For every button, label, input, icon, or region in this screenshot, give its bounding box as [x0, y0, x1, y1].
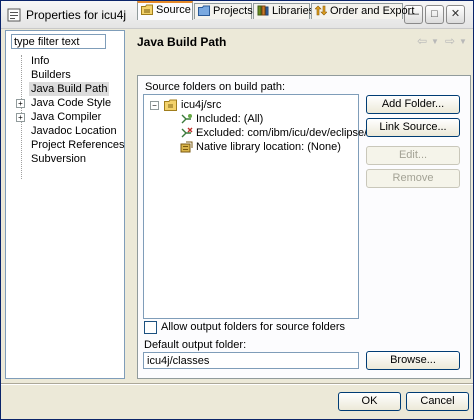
sidebar-item-label: Subversion [31, 153, 87, 165]
page-header: Java Build Path ⇦ ▼ ⇨ ▼ [127, 30, 471, 52]
sidebar-item-project-references[interactable]: Project References [6, 138, 125, 152]
source-folder-root[interactable]: − icu4j/src [150, 98, 350, 112]
link-source-button[interactable]: Link Source... [366, 118, 460, 137]
footer-separator [1, 383, 473, 385]
sidebar-item-label: Java Compiler [31, 111, 102, 123]
included-filter-icon [181, 114, 192, 124]
edit-button[interactable]: Edit... [366, 146, 460, 165]
source-folder-icon [141, 4, 153, 15]
tab-libraries[interactable]: Libraries [253, 3, 314, 19]
native-library-label: Native library location: (None) [196, 141, 341, 153]
properties-app-icon [7, 8, 21, 22]
browse-button[interactable]: Browse... [366, 351, 460, 370]
tab-projects[interactable]: Projects [194, 3, 253, 19]
properties-dialog: Properties for icu4j — □ ✕ Info Builders… [0, 0, 474, 420]
remove-button[interactable]: Remove [366, 169, 460, 188]
order-export-icon [315, 5, 327, 16]
back-menu-chevron-down-icon[interactable]: ▼ [431, 37, 439, 46]
source-tree-native-library[interactable]: Native library location: (None) [180, 140, 358, 154]
sidebar-item-label: Java Code Style [31, 97, 112, 109]
sidebar-item-javadoc-location[interactable]: Javadoc Location [6, 124, 124, 138]
tab-order-and-export[interactable]: Order and Export [311, 3, 414, 19]
sidebar-item-subversion[interactable]: Subversion [6, 152, 124, 166]
default-output-folder-field[interactable] [143, 352, 359, 369]
tab-label: Order and Export [330, 5, 415, 17]
projects-icon [198, 5, 210, 16]
forward-arrow-icon[interactable]: ⇨ [445, 34, 455, 48]
sidebar-item-java-compiler[interactable]: + Java Compiler [6, 110, 124, 124]
source-folder-root-label: icu4j/src [181, 99, 222, 111]
included-label: Included: (All) [196, 113, 264, 125]
sidebar-item-label: Javadoc Location [31, 125, 117, 137]
filter-input[interactable] [11, 34, 106, 49]
excluded-label: Excluded: com/ibm/icu/dev/eclipse/** [196, 127, 376, 139]
sidebar-item-label: Info [31, 55, 50, 67]
excluded-filter-icon [181, 127, 193, 138]
sidebar-item-info[interactable]: Info [6, 54, 124, 68]
expand-icon[interactable]: + [16, 99, 25, 108]
source-folders-tree[interactable]: − icu4j/src Included: (All) Excluded: co… [143, 94, 376, 319]
tab-label: Source [156, 4, 191, 16]
source-tree-included[interactable]: Included: (All) [180, 112, 350, 126]
libraries-icon [257, 5, 269, 16]
tab-label: Libraries [272, 5, 315, 17]
expand-icon[interactable]: + [16, 113, 25, 122]
sidebar-item-java-build-path[interactable]: Java Build Path [6, 82, 124, 96]
close-button[interactable]: ✕ [446, 5, 465, 24]
sidebar-item-java-code-style[interactable]: + Java Code Style [6, 96, 124, 110]
add-folder-button[interactable]: Add Folder... [366, 95, 460, 114]
sidebar-item-label: Java Build Path [29, 82, 110, 96]
ok-button[interactable]: OK [338, 392, 401, 411]
sidebar-item-label: Builders [31, 69, 71, 81]
tab-source[interactable]: Source [137, 1, 193, 20]
default-output-folder-label: Default output folder: [144, 339, 247, 351]
allow-output-folders-label: Allow output folders for source folders [161, 321, 346, 333]
tab-label: Projects [213, 5, 253, 17]
collapse-icon[interactable]: − [150, 101, 159, 110]
maximize-button[interactable]: □ [425, 5, 444, 24]
back-arrow-icon[interactable]: ⇦ [417, 34, 427, 48]
source-folders-label: Source folders on build path: [145, 81, 286, 93]
sidebar-item-builders[interactable]: Builders [6, 68, 124, 82]
package-folder-icon [164, 99, 177, 111]
source-tree-excluded[interactable]: Excluded: com/ibm/icu/dev/eclipse/** [180, 126, 376, 140]
window-title: Properties for icu4j [26, 8, 127, 22]
forward-menu-chevron-down-icon[interactable]: ▼ [459, 37, 467, 46]
preference-tree-panel: Info Builders Java Build Path + Java Cod… [5, 30, 125, 379]
sidebar-item-label: Project References [31, 139, 125, 151]
page-title: Java Build Path [137, 35, 227, 49]
allow-output-folders-checkbox[interactable] [144, 321, 157, 334]
native-library-icon [180, 141, 193, 153]
cancel-button[interactable]: Cancel [406, 392, 469, 411]
